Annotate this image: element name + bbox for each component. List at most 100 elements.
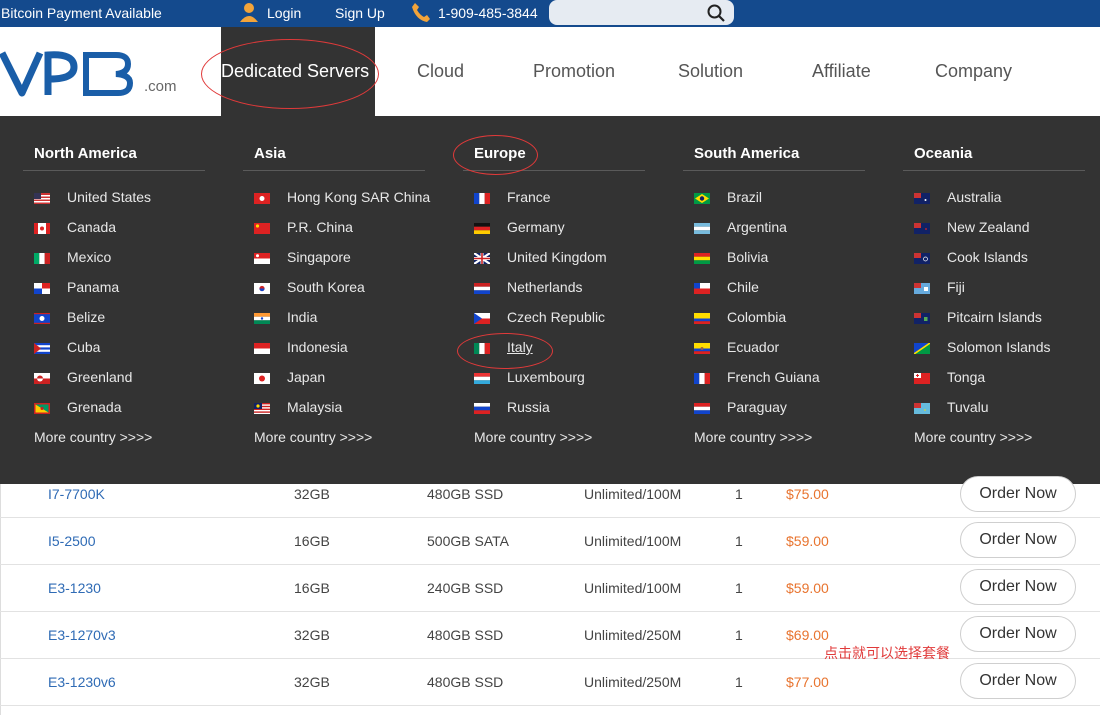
mexico-flag-icon [34,253,50,264]
cpu-link[interactable]: I7-7700K [48,486,105,502]
more-country-link[interactable]: More country >>>> [914,429,1032,445]
pitcairn-flag-icon [914,313,930,324]
brazil-flag-icon [694,193,710,204]
divider [903,170,1085,171]
order-now-button[interactable]: Order Now [960,663,1076,699]
tuvalu-flag-icon [914,403,930,414]
phone-icon [412,3,430,22]
bandwidth-cell: Unlimited/100M [584,533,682,549]
italy-flag-icon [474,343,490,354]
more-country-link[interactable]: More country >>>> [694,429,812,445]
ram-cell: 32GB [294,627,330,643]
column-title: Oceania [914,145,973,162]
argentina-flag-icon [694,223,710,234]
nav-promotion[interactable]: Promotion [533,61,615,82]
ram-cell: 16GB [294,533,330,549]
indonesia-flag-icon [254,343,270,354]
divider [243,170,425,171]
nav-company[interactable]: Company [935,61,1012,82]
ip-cell: 1 [735,674,743,690]
ip-cell: 1 [735,580,743,596]
vpb-logo[interactable]: .com [0,49,190,99]
disk-cell: 480GB SSD [427,627,504,643]
login-link[interactable]: Login [267,5,301,21]
order-now-button[interactable]: Order Now [960,616,1076,652]
australia-flag-icon [914,193,930,204]
ip-cell: 1 [735,486,743,502]
more-country-link[interactable]: More country >>>> [34,429,152,445]
cpu-link[interactable]: E3-1230 [48,580,101,596]
user-icon[interactable] [240,2,258,22]
india-flag-icon [254,313,270,324]
price-cell: $77.00 [786,674,829,690]
more-country-link[interactable]: More country >>>> [474,429,592,445]
nav-affiliate[interactable]: Affiliate [812,61,871,82]
panama-flag-icon [34,283,50,294]
divider [683,170,865,171]
price-cell: $75.00 [786,486,829,502]
paraguay-flag-icon [694,403,710,414]
chile-flag-icon [694,283,710,294]
new-zealand-flag-icon [914,223,930,234]
country-mega-menu: North America United States Canada Mexic… [0,116,1100,484]
bandwidth-cell: Unlimited/100M [584,486,682,502]
menu-column-north-america: North America United States Canada Mexic… [23,116,205,484]
nav-dedicated-servers[interactable]: Dedicated Servers [221,27,375,116]
menu-column-asia: Asia Hong Kong SAR China P.R. China Sing… [243,116,430,484]
french-guiana-flag-icon [694,373,710,384]
menu-column-oceania: Oceania Australia New Zealand Cook Islan… [903,116,1085,484]
annotation-note: 点击就可以选择套餐 [824,645,950,661]
ip-cell: 1 [735,533,743,549]
luxembourg-flag-icon [474,373,490,384]
menu-column-europe: Europe France Germany United Kingdom Net… [463,116,645,484]
search-icon[interactable] [707,4,725,22]
disk-cell: 480GB SSD [427,674,504,690]
nav-solution[interactable]: Solution [678,61,743,82]
singapore-flag-icon [254,253,270,264]
cpu-link[interactable]: E3-1270v3 [48,627,116,643]
price-cell: $69.00 [786,627,829,643]
cpu-link[interactable]: E3-1230v6 [48,674,116,690]
russia-flag-icon [474,403,490,414]
more-country-link[interactable]: More country >>>> [254,429,372,445]
column-title: Europe [474,145,526,162]
japan-flag-icon [254,373,270,384]
column-title: South America [694,145,800,162]
germany-flag-icon [474,223,490,234]
order-now-button[interactable]: Order Now [960,476,1076,512]
order-now-button[interactable]: Order Now [960,569,1076,605]
signup-link[interactable]: Sign Up [335,5,385,21]
czech-flag-icon [474,313,490,324]
netherlands-flag-icon [474,283,490,294]
price-cell: $59.00 [786,580,829,596]
canada-flag-icon [34,223,50,234]
menu-column-south-america: South America Brazil Argentina Bolivia C… [683,116,865,484]
top-bar: Bitcoin Payment Available Login Sign Up … [0,0,1100,27]
hong-kong-flag-icon [254,193,270,204]
disk-cell: 240GB SSD [427,580,504,596]
main-header: .com Dedicated Servers Cloud Promotion S… [0,27,1100,116]
disk-cell: 500GB SATA [427,533,509,549]
cook-islands-flag-icon [914,253,930,264]
ram-cell: 32GB [294,486,330,502]
solomon-islands-flag-icon [914,343,930,354]
phone-number: 1-909-485-3844 [438,5,538,21]
cuba-flag-icon [34,343,50,354]
column-title: Asia [254,145,286,162]
price-cell: $59.00 [786,533,829,549]
bandwidth-cell: Unlimited/250M [584,627,682,643]
cpu-link[interactable]: I5-2500 [48,533,95,549]
ip-cell: 1 [735,627,743,643]
nav-label: Dedicated Servers [221,61,370,81]
fiji-flag-icon [914,283,930,294]
nav-cloud[interactable]: Cloud [417,61,464,82]
us-flag-icon [34,193,50,204]
colombia-flag-icon [694,313,710,324]
south-korea-flag-icon [254,283,270,294]
bandwidth-cell: Unlimited/250M [584,674,682,690]
search-input[interactable] [549,0,734,25]
malaysia-flag-icon [254,403,270,414]
divider [463,170,645,171]
ecuador-flag-icon [694,343,710,354]
order-now-button[interactable]: Order Now [960,522,1076,558]
